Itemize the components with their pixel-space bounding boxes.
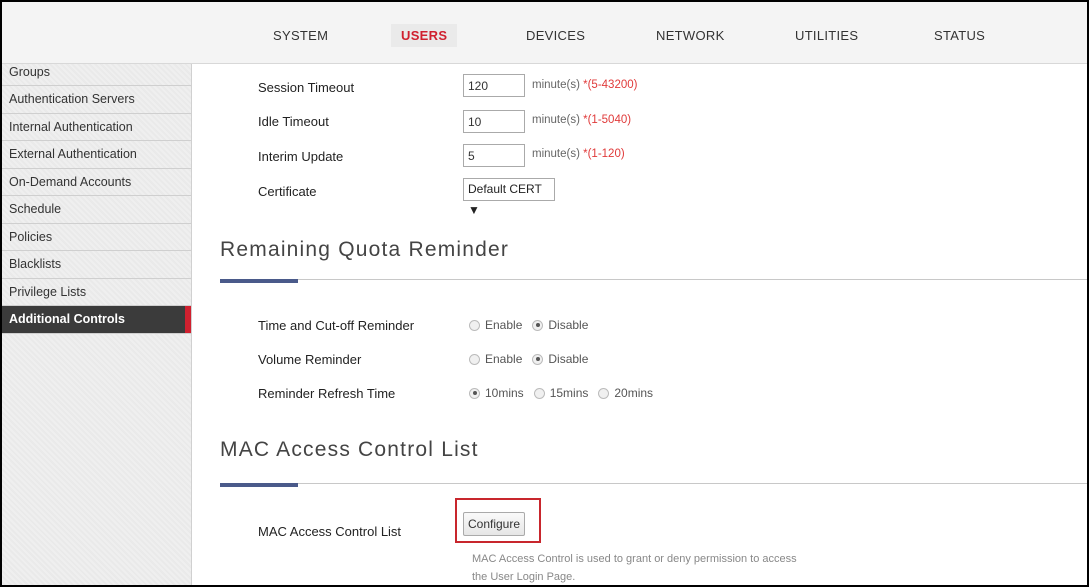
time-cutoff-enable-radio[interactable] (469, 319, 480, 331)
sidebar-item-blacklists[interactable]: Blacklists (2, 251, 191, 279)
configure-button[interactable]: Configure (463, 512, 525, 536)
idle-timeout-unit: minute(s) (532, 114, 584, 126)
section-accent-bar (220, 483, 298, 487)
sidebar-item-authentication-servers[interactable]: Authentication Servers (2, 86, 191, 114)
refresh-10mins-label: 10mins (485, 386, 524, 400)
time-cutoff-reminder-radios: Enable Disable (469, 318, 598, 332)
volume-enable-label: Enable (485, 352, 523, 366)
volume-disable-radio[interactable] (532, 353, 544, 365)
session-timeout-label: Session Timeout (258, 80, 355, 95)
session-timeout-range: *(5-43200) (583, 79, 638, 91)
tab-network[interactable]: NETWORK (656, 28, 725, 43)
section-divider (220, 483, 1087, 484)
tab-utilities[interactable]: UTILITIES (795, 28, 858, 43)
interim-update-unit: minute(s) (532, 148, 584, 160)
certificate-label: Certificate (258, 184, 317, 199)
session-timeout-input[interactable] (463, 74, 525, 97)
sidebar-item-external-authentication[interactable]: External Authentication (2, 141, 191, 169)
time-cutoff-enable-label: Enable (485, 318, 523, 332)
section-title-quota-reminder: Remaining Quota Reminder (220, 238, 510, 261)
time-cutoff-reminder-label: Time and Cut-off Reminder (258, 318, 415, 333)
sidebar-item-privilege-lists[interactable]: Privilege Lists (2, 279, 191, 306)
app-window: SYSTEM USERS DEVICES NETWORK UTILITIES S… (0, 0, 1089, 587)
idle-timeout-label: Idle Timeout (258, 114, 329, 129)
section-accent-bar (220, 279, 298, 283)
refresh-20mins-label: 20mins (614, 386, 654, 400)
sidebar: Groups Authentication Servers Internal A… (2, 64, 192, 585)
top-navigation: SYSTEM USERS DEVICES NETWORK UTILITIES S… (2, 2, 1087, 64)
tab-devices[interactable]: DEVICES (526, 28, 585, 43)
refresh-15mins-radio[interactable] (533, 387, 545, 399)
reminder-refresh-time-label: Reminder Refresh Time (258, 386, 396, 401)
idle-timeout-range: *(1-5040) (583, 114, 632, 126)
session-timeout-unit: minute(s) (532, 79, 584, 91)
sidebar-item-schedule[interactable]: Schedule (2, 196, 191, 224)
volume-disable-label: Disable (548, 352, 589, 366)
tab-users[interactable]: USERS (391, 24, 458, 47)
interim-update-hint: minute(s) *(1-120) (532, 148, 625, 160)
volume-reminder-radios: Enable Disable (469, 352, 598, 366)
volume-reminder-label: Volume Reminder (258, 352, 362, 367)
interim-update-range: *(1-120) (583, 148, 625, 160)
sidebar-item-groups[interactable]: Groups (2, 64, 191, 86)
main-content: Session Timeout minute(s) *(5-43200) Idl… (192, 64, 1087, 585)
mac-acl-description-line2: the User Login Page. (472, 571, 576, 583)
sidebar-item-additional-controls[interactable]: Additional Controls (2, 306, 191, 334)
refresh-15mins-label: 15mins (549, 386, 589, 400)
sidebar-item-policies[interactable]: Policies (2, 224, 191, 251)
tab-status[interactable]: STATUS (934, 28, 985, 43)
reminder-refresh-time-radios: 10mins 15mins 20mins (469, 386, 663, 400)
section-divider (220, 279, 1087, 280)
session-timeout-hint: minute(s) *(5-43200) (532, 79, 637, 91)
idle-timeout-input[interactable] (463, 110, 525, 133)
interim-update-label: Interim Update (258, 149, 344, 164)
interim-update-input[interactable] (463, 144, 525, 167)
sidebar-item-on-demand-accounts[interactable]: On-Demand Accounts (2, 169, 191, 196)
certificate-select[interactable]: Default CERT ▼ (463, 178, 555, 217)
mac-acl-description: MAC Access Control is used to grant or d… (472, 550, 832, 585)
sidebar-item-internal-authentication[interactable]: Internal Authentication (2, 114, 191, 141)
mac-acl-label: MAC Access Control List (258, 524, 402, 539)
idle-timeout-hint: minute(s) *(1-5040) (532, 114, 631, 126)
section-title-mac-acl: MAC Access Control List (220, 438, 479, 461)
refresh-10mins-radio[interactable] (469, 387, 480, 399)
tab-system[interactable]: SYSTEM (273, 28, 328, 43)
mac-acl-description-line1: MAC Access Control is used to grant or d… (472, 553, 797, 565)
refresh-20mins-radio[interactable] (598, 387, 610, 399)
time-cutoff-disable-label: Disable (548, 318, 589, 332)
volume-enable-radio[interactable] (469, 353, 480, 365)
time-cutoff-disable-radio[interactable] (532, 319, 544, 331)
